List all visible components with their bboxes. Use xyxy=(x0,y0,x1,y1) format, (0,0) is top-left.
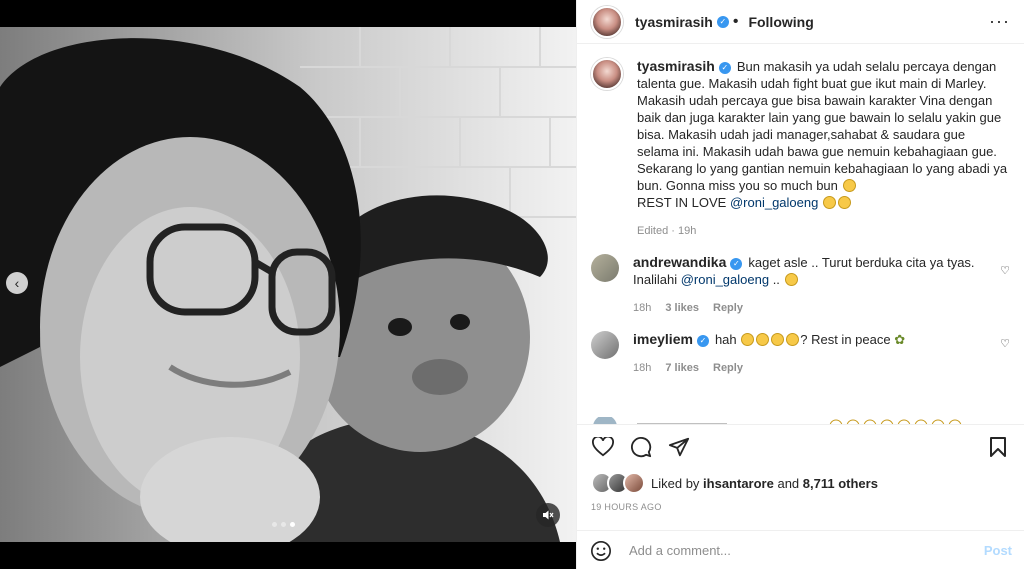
previous-slide-button[interactable]: ‹ xyxy=(6,272,28,294)
edited-time: Edited · 19h xyxy=(637,225,697,237)
author-username[interactable]: tyasmirasih xyxy=(635,14,713,30)
comment-body: andrewandika ✓ kaget asle .. Turut berduka… xyxy=(633,254,1010,317)
like-button[interactable] xyxy=(589,433,617,461)
liked-by-prefix: Liked by xyxy=(651,475,704,491)
liked-by-middle: and xyxy=(773,475,803,491)
add-comment-bar: Post xyxy=(577,530,1024,570)
heart-icon xyxy=(592,437,614,457)
author-info: tyasmirasih ✓ • Following xyxy=(635,13,814,31)
pleading-face-emoji-icon xyxy=(822,196,836,209)
bookmark-icon xyxy=(990,437,1006,457)
liked-by-text: Liked by ihsantarore and 8,711 others xyxy=(651,476,878,491)
post-comment-button[interactable]: Post xyxy=(984,543,1012,558)
emoji-picker-button[interactable] xyxy=(589,539,613,563)
separator-dot: • xyxy=(732,12,739,30)
comment-bubble-icon xyxy=(631,437,652,458)
speaker-muted-icon xyxy=(543,510,554,520)
post-media[interactable]: ‹ xyxy=(0,0,576,569)
share-button[interactable] xyxy=(665,433,693,461)
sad-face-emoji-icon xyxy=(771,333,785,346)
caption-mention[interactable]: @roni_galoeng xyxy=(730,195,818,210)
commenter-avatar[interactable] xyxy=(591,254,619,282)
verified-badge-icon: ✓ xyxy=(718,61,731,74)
mute-button[interactable] xyxy=(536,503,560,527)
smiley-icon xyxy=(591,540,611,561)
comment-time: 18h xyxy=(633,302,652,314)
post-header: tyasmirasih ✓ • Following ··· xyxy=(577,0,1024,44)
carousel-dot-active xyxy=(290,522,295,527)
comment-likes[interactable]: 3 likes xyxy=(665,300,699,317)
commenter-avatar[interactable] xyxy=(591,331,619,359)
liked-by-user[interactable]: ihsantarore xyxy=(703,476,774,491)
next-comment-partial xyxy=(591,414,1010,424)
comment-body: imeyliem ✓ hah ? Rest in peace ✿ 18h 7 lik… xyxy=(633,331,1010,377)
caption-line2-prefix: REST IN LOVE xyxy=(637,195,730,210)
verified-badge-icon: ✓ xyxy=(730,257,743,270)
clipped-comment-preview xyxy=(593,415,962,424)
paper-plane-icon xyxy=(668,437,690,457)
comment-suffix: .. xyxy=(769,272,780,287)
comment-item: andrewandika ✓ kaget asle .. Turut berduka… xyxy=(591,254,1010,317)
following-status[interactable]: Following xyxy=(748,14,813,30)
comment-suffix: ? Rest in peace xyxy=(800,332,891,347)
caption-meta: Edited · 19h xyxy=(637,223,1010,240)
caption-text: Bun makasih ya udah selalu percaya denga… xyxy=(637,59,1008,193)
comment-like-heart-icon[interactable]: ♡ xyxy=(1000,337,1010,350)
comment-time: 18h xyxy=(633,362,652,374)
author-avatar[interactable] xyxy=(591,5,623,38)
comment-like-heart-icon[interactable]: ♡ xyxy=(1000,264,1010,277)
caption-avatar[interactable] xyxy=(591,58,623,90)
liked-by-summary: Liked by ihsantarore and 8,711 others xyxy=(591,472,1010,494)
post-actions-bar xyxy=(577,424,1024,469)
post-side-panel: tyasmirasih ✓ • Following ··· tyasmirasi… xyxy=(576,0,1024,569)
comment-mention[interactable]: @roni_galoeng xyxy=(681,272,769,287)
comment-meta: 18h 7 likes Reply xyxy=(633,360,1010,377)
comments-section[interactable]: tyasmirasih ✓ Bun makasih ya udah selalu p… xyxy=(577,44,1024,424)
chevron-left-icon: ‹ xyxy=(14,275,20,291)
reply-button[interactable]: Reply xyxy=(713,300,743,317)
comment-username[interactable]: andrewandika xyxy=(633,254,726,270)
caption: tyasmirasih ✓ Bun makasih ya udah selalu p… xyxy=(591,58,1010,240)
verified-badge-icon: ✓ xyxy=(716,15,729,28)
more-options-icon[interactable]: ··· xyxy=(989,11,1010,32)
caption-username[interactable]: tyasmirasih xyxy=(637,58,715,74)
reply-button[interactable]: Reply xyxy=(713,360,743,377)
comment-input[interactable] xyxy=(627,542,984,559)
post-timestamp[interactable]: 19 HOURS AGO xyxy=(591,502,662,512)
liker-avatar xyxy=(623,472,645,494)
comment-button[interactable] xyxy=(627,433,655,461)
crying-face-emoji-icon xyxy=(784,273,798,286)
anguished-face-emoji-icon xyxy=(741,333,755,346)
comment-text: hah xyxy=(714,332,741,347)
sad-face-emoji-icon xyxy=(786,333,800,346)
post-photo xyxy=(0,27,576,542)
comment-item: imeyliem ✓ hah ? Rest in peace ✿ 18h 7 lik… xyxy=(591,331,1010,377)
save-button[interactable] xyxy=(984,433,1012,461)
carousel-dot xyxy=(272,522,277,527)
sad-face-emoji-icon xyxy=(756,333,770,346)
carousel-indicator xyxy=(272,522,295,527)
photo-illustration xyxy=(0,27,576,542)
smiling-face-emoji-icon xyxy=(837,196,851,209)
comment-username[interactable]: imeyliem xyxy=(633,331,693,347)
comment-likes[interactable]: 7 likes xyxy=(665,360,699,377)
caption-body: tyasmirasih ✓ Bun makasih ya udah selalu p… xyxy=(637,58,1010,240)
comment-meta: 18h 3 likes Reply xyxy=(633,300,1010,317)
carousel-dot xyxy=(281,522,286,527)
bouquet-emoji-icon: ✿ xyxy=(894,332,906,347)
liked-by-others[interactable]: 8,711 others xyxy=(803,476,878,491)
verified-badge-icon: ✓ xyxy=(696,334,709,347)
sad-face-emoji-icon xyxy=(842,179,856,192)
